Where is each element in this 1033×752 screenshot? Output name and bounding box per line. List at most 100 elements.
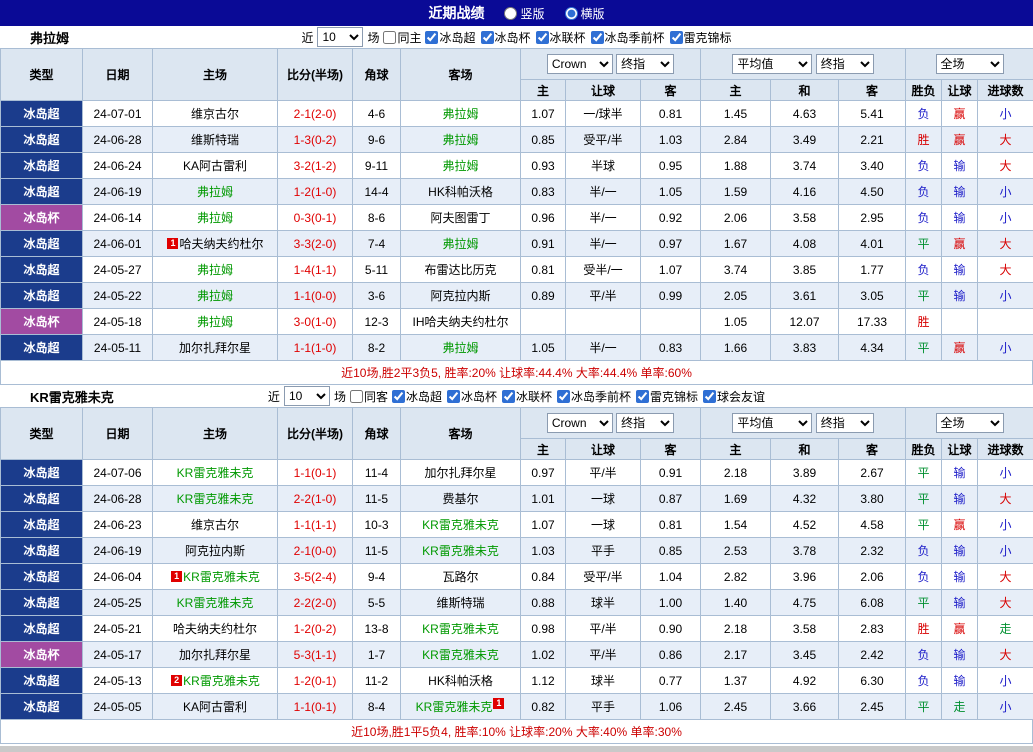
same-venue-checkbox[interactable] [350,390,363,403]
team-name[interactable]: 弗拉姆 [442,341,478,355]
team-name[interactable]: 弗拉姆 [197,185,233,199]
team-name[interactable]: KR雷克雅未克 [177,596,254,610]
goals-result-cell: 小 [978,335,1033,361]
score-cell: 1-1(0-0) [278,283,353,309]
league-filters: 冰岛超冰岛杯冰联杯冰岛季前杯雷克锦标 [425,29,731,46]
team-name[interactable]: 阿克拉内斯 [430,289,490,303]
euro-final-select[interactable]: 终指 [816,413,874,433]
league-checkbox[interactable] [557,390,570,403]
league-checkbox[interactable] [636,390,649,403]
subheader-ah-line: 让球 [566,439,641,460]
team-name[interactable]: IH哈夫纳夫约杜尔 [412,315,508,329]
euro-final-select[interactable]: 终指 [816,54,874,74]
ah-home-odds: 1.07 [521,512,566,538]
corners-cell: 8-6 [353,205,401,231]
team-name[interactable]: KR雷克雅未克 [177,492,254,506]
league-checkbox[interactable] [481,31,494,44]
date-cell: 24-05-25 [83,590,153,616]
team-name[interactable]: KR雷克雅未克 [422,622,499,636]
average-select[interactable]: 平均值 [732,54,812,74]
average-select[interactable]: 平均值 [732,413,812,433]
team-name[interactable]: 哈夫纳夫约杜尔 [173,622,257,636]
team-name[interactable]: 弗拉姆 [442,107,478,121]
eu-home-odds: 1.05 [701,309,771,335]
team-section-header: 弗拉姆 近 10 场 同主 冰岛超冰岛杯冰联杯冰岛季前杯雷克锦标 [0,26,1033,48]
team-name[interactable]: KA阿古雷利 [183,159,247,173]
league-cell: 冰岛超 [1,335,83,361]
team-name[interactable]: 阿夫图雷丁 [430,211,490,225]
corners-cell: 13-8 [353,616,401,642]
team-name[interactable]: 加尔扎拜尔星 [179,341,251,355]
away-team-cell: 瓦路尔 [401,564,521,590]
team-name[interactable]: 弗拉姆 [197,211,233,225]
league-checkbox[interactable] [536,31,549,44]
league-filter: 冰岛季前杯 [557,388,631,405]
league-checkbox[interactable] [392,390,405,403]
home-team-cell: 维京古尔 [153,101,278,127]
away-team-cell: 弗拉姆 [401,101,521,127]
team-name[interactable]: 维斯特瑞 [191,133,239,147]
asian-final-select[interactable]: 终指 [616,54,674,74]
league-cell: 冰岛超 [1,590,83,616]
league-checkbox[interactable] [670,31,683,44]
match-count-select[interactable]: 10 [317,27,363,47]
horizontal-layout-radio[interactable] [565,7,578,20]
team-name[interactable]: 加尔扎拜尔星 [179,648,251,662]
league-checkbox[interactable] [425,31,438,44]
team-name[interactable]: KR雷克雅未克 [422,648,499,662]
ah-away-odds: 1.03 [641,127,701,153]
scope-group-header: 全场 [906,408,1033,439]
bookmaker-select[interactable]: Crown [547,413,613,433]
team-name[interactable]: 维京古尔 [191,518,239,532]
team-name[interactable]: 维京古尔 [191,107,239,121]
asian-final-select[interactable]: 终指 [616,413,674,433]
team-name[interactable]: 弗拉姆 [197,289,233,303]
team-name[interactable]: 瓦路尔 [442,570,478,584]
league-checkbox[interactable] [703,390,716,403]
team-name[interactable]: 弗拉姆 [442,159,478,173]
team-name[interactable]: 弗拉姆 [197,315,233,329]
team-name[interactable]: 加尔扎拜尔星 [424,466,496,480]
team-name[interactable]: 维斯特瑞 [436,596,484,610]
team-name[interactable]: KR雷克雅未克 [422,544,499,558]
eu-draw-odds: 3.49 [771,127,839,153]
ah-away-odds: 0.92 [641,205,701,231]
team-name[interactable]: HK科帕沃格 [428,185,493,199]
team-name[interactable]: KR雷克雅未克 [422,518,499,532]
match-count-select[interactable]: 10 [284,386,330,406]
red-card-badge: 2 [171,675,182,686]
bookmaker-select[interactable]: Crown [547,54,613,74]
same-venue-checkbox[interactable] [383,31,396,44]
date-cell: 24-07-06 [83,460,153,486]
subheader-ah-away: 客 [641,439,701,460]
vertical-layout-radio[interactable] [504,7,517,20]
match-row: 冰岛超24-06-28KR雷克雅未克2-2(1-0)11-5费基尔1.01一球0… [1,486,1033,512]
team-name[interactable]: KR雷克雅未克 [416,700,493,714]
eu-away-odds: 2.67 [839,460,906,486]
team-name[interactable]: 弗拉姆 [442,133,478,147]
team-name[interactable]: KR雷克雅未克 [183,674,260,688]
scope-select[interactable]: 全场 [936,413,1004,433]
team-name[interactable]: 哈夫纳夫约杜尔 [179,237,263,251]
team-name[interactable]: 阿克拉内斯 [185,544,245,558]
team-name[interactable]: KR雷克雅未克 [177,466,254,480]
league-checkbox[interactable] [447,390,460,403]
team-name[interactable]: HK科帕沃格 [428,674,493,688]
team-name[interactable]: 布雷达比历克 [424,263,496,277]
handicap-result-cell: 输 [942,283,978,309]
team-name[interactable]: KR雷克雅未克 [183,570,260,584]
team-name[interactable]: KA阿古雷利 [183,700,247,714]
scope-select[interactable]: 全场 [936,54,1004,74]
recent-matches-table: 类型 日期 主场 比分(半场) 角球 客场 Crown 终指 平均值 终指 全场 [0,407,1033,720]
eu-home-odds: 1.54 [701,512,771,538]
league-checkbox[interactable] [502,390,515,403]
goals-result-cell: 小 [978,101,1033,127]
league-filters: 冰岛超冰岛杯冰联杯冰岛季前杯雷克锦标球会友谊 [392,388,765,405]
date-cell: 24-05-21 [83,616,153,642]
team-name[interactable]: 费基尔 [442,492,478,506]
team-name[interactable]: 弗拉姆 [442,237,478,251]
corners-cell: 8-4 [353,694,401,720]
league-checkbox[interactable] [591,31,604,44]
handicap-result-cell: 输 [942,538,978,564]
team-name[interactable]: 弗拉姆 [197,263,233,277]
